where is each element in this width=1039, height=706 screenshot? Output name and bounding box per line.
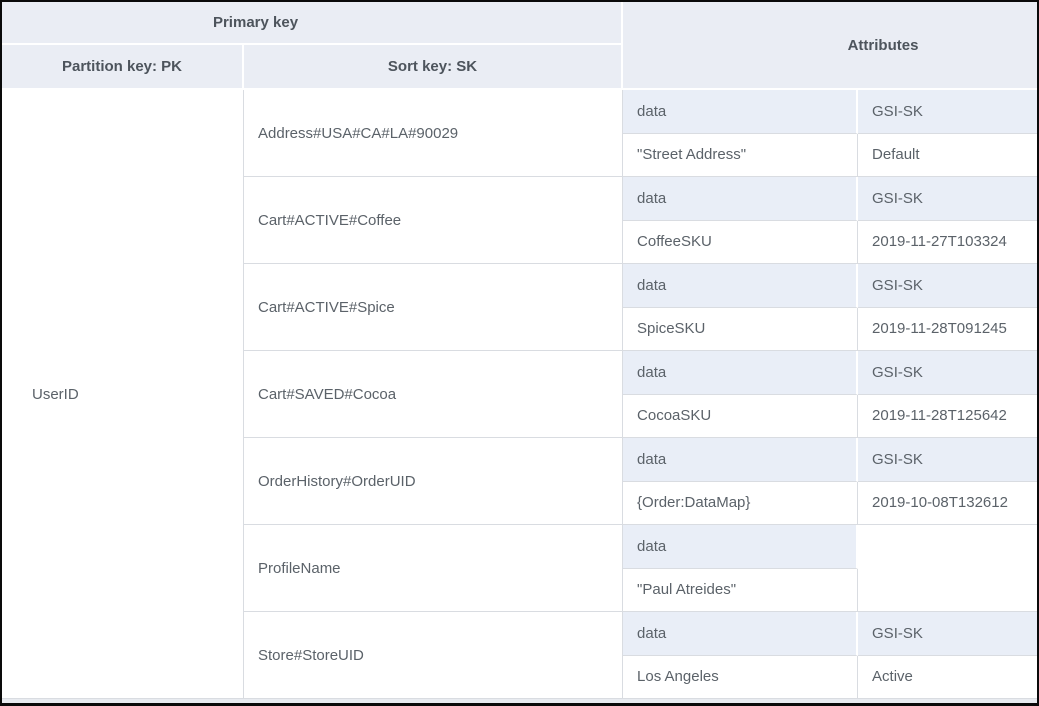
gsi-name-cell: GSI-SK (858, 90, 1037, 134)
attr-name-cell: data (623, 438, 858, 482)
attr-value-cell: SpiceSKU (623, 308, 858, 352)
sort-key-cell: Store#StoreUID (244, 612, 623, 699)
sort-key-cell: OrderHistory#OrderUID (244, 438, 623, 525)
gsi-value-cell: Active (858, 656, 1037, 700)
attr-value-cell: {Order:DataMap} (623, 482, 858, 526)
attr-name-cell: data (623, 90, 858, 134)
attr-value-cell: CoffeeSKU (623, 221, 858, 265)
sort-key-cell: Cart#SAVED#Cocoa (244, 351, 623, 438)
table-header: Primary key Attributes Partition key: PK… (2, 2, 1037, 90)
gsi-value-cell: 2019-11-28T125642 (858, 395, 1037, 439)
gsi-value-cell: 2019-10-08T132612 (858, 482, 1037, 526)
primary-key-header: Primary key (2, 2, 623, 45)
item-row: UserID Address#USA#CA#LA#90029 data GSI-… (2, 90, 1037, 134)
sort-key-cell: Cart#ACTIVE#Spice (244, 264, 623, 351)
attr-name-cell: data (623, 177, 858, 221)
gsi-name-cell: GSI-SK (858, 177, 1037, 221)
gsi-name-cell: GSI-SK (858, 612, 1037, 656)
sort-key-cell: Cart#ACTIVE#Coffee (244, 177, 623, 264)
gsi-value-cell: Default (858, 134, 1037, 178)
sort-key-header: Sort key: SK (244, 45, 623, 90)
gsi-name-cell: GSI-SK (858, 438, 1037, 482)
partition-key-cell: UserID (2, 90, 244, 699)
gsi-value-cell: 2019-11-28T091245 (858, 308, 1037, 352)
header-row-groups: Primary key Attributes (2, 2, 1037, 45)
attr-value-cell: "Street Address" (623, 134, 858, 178)
attr-name-cell: data (623, 525, 858, 569)
attr-name-cell: data (623, 264, 858, 308)
gsi-empty-cell (858, 525, 1037, 612)
attributes-header: Attributes (623, 2, 1037, 90)
partition-key-header: Partition key: PK (2, 45, 244, 90)
attr-value-cell: "Paul Atreides" (623, 569, 858, 613)
gsi-name-cell: GSI-SK (858, 264, 1037, 308)
figure-frame: { "chart_data": { "type": "table", "titl… (0, 0, 1039, 706)
attr-name-cell: data (623, 351, 858, 395)
sort-key-cell: ProfileName (244, 525, 623, 612)
attr-value-cell: Los Angeles (623, 656, 858, 700)
sort-key-cell: Address#USA#CA#LA#90029 (244, 90, 623, 177)
gsi-value-cell: 2019-11-27T103324 (858, 221, 1037, 265)
table-body: UserID Address#USA#CA#LA#90029 data GSI-… (2, 90, 1037, 699)
attr-name-cell: data (623, 612, 858, 656)
gsi-name-cell: GSI-SK (858, 351, 1037, 395)
dynamodb-item-table: Primary key Attributes Partition key: PK… (2, 2, 1037, 699)
attr-value-cell: CocoaSKU (623, 395, 858, 439)
